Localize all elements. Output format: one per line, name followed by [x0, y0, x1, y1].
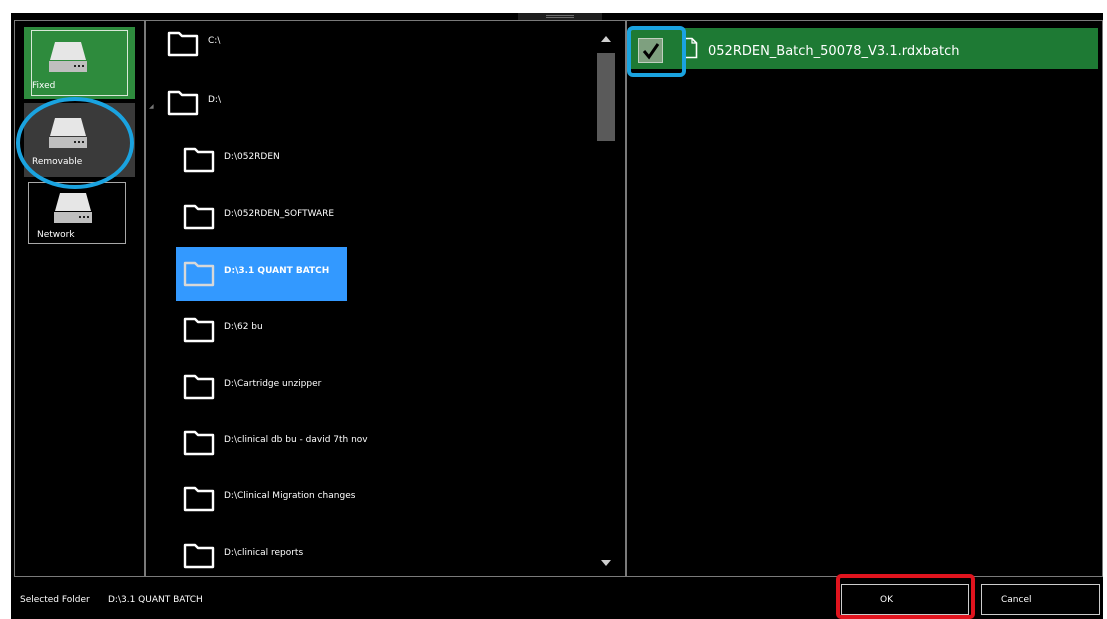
- folder-item[interactable]: D:\Clinical Migration changes: [145, 472, 585, 526]
- hard-drive-icon: [54, 193, 92, 223]
- document-icon: [682, 37, 698, 59]
- folder-label: D:\: [208, 95, 221, 105]
- folder-label: D:\052RDEN_SOFTWARE: [224, 209, 335, 219]
- folder-list: C:\ D:\ D:\052RDEN D:\052RDEN_SOFTWARE D:\3.…: [145, 0, 594, 577]
- folder-item[interactable]: D:\clinical db bu - david 7th nov: [145, 416, 585, 470]
- hard-drive-icon: [49, 42, 87, 72]
- folder-icon: [183, 317, 215, 343]
- file-checkbox[interactable]: [638, 38, 663, 63]
- folder-icon: [183, 430, 215, 456]
- drive-label: Removable: [32, 157, 83, 167]
- file-row[interactable]: 052RDEN_Batch_50078_V3.1.rdxbatch: [628, 28, 1098, 69]
- drive-fixed[interactable]: Fixed: [24, 27, 135, 99]
- folder-label: D:\Clinical Migration changes: [224, 491, 356, 501]
- folder-icon: [167, 90, 199, 116]
- file-panel: [626, 20, 1103, 577]
- folder-scrollbar[interactable]: [594, 26, 618, 575]
- folder-label: D:\3.1 QUANT BATCH: [224, 266, 330, 276]
- selected-folder-label: Selected Folder: [20, 595, 90, 605]
- selected-folder-value: D:\3.1 QUANT BATCH: [108, 595, 203, 605]
- folder-item[interactable]: D:\052RDEN: [145, 133, 585, 187]
- drive-label: Network: [37, 230, 75, 240]
- ok-button-label: OK: [880, 595, 893, 605]
- scroll-thumb[interactable]: [597, 53, 615, 141]
- folder-icon: [183, 147, 215, 173]
- folder-item[interactable]: D:\3.1 QUANT BATCH: [176, 247, 347, 301]
- file-name: 052RDEN_Batch_50078_V3.1.rdxbatch: [708, 44, 960, 59]
- folder-item[interactable]: D:\: [145, 76, 585, 130]
- checkmark-icon: [642, 43, 660, 60]
- folder-icon: [183, 486, 215, 512]
- folder-item[interactable]: D:\Cartridge unzipper: [145, 360, 585, 414]
- folder-label: D:\clinical reports: [224, 548, 304, 558]
- folder-item[interactable]: D:\clinical reports: [145, 529, 585, 577]
- drive-removable[interactable]: Removable: [24, 103, 135, 177]
- folder-label: D:\Cartridge unzipper: [224, 379, 322, 389]
- folder-item[interactable]: C:\: [145, 17, 585, 71]
- drive-label: Fixed: [32, 81, 56, 91]
- folder-item[interactable]: D:\62 bu: [145, 303, 585, 357]
- drive-network[interactable]: Network: [28, 182, 126, 244]
- folder-icon: [183, 261, 215, 287]
- folder-icon: [183, 543, 215, 569]
- ok-button[interactable]: OK: [841, 584, 969, 615]
- folder-icon: [167, 31, 199, 57]
- hard-drive-icon: [49, 118, 87, 148]
- folder-label: D:\62 bu: [224, 322, 263, 332]
- scroll-down-icon[interactable]: [594, 554, 618, 572]
- folder-label: D:\clinical db bu - david 7th nov: [224, 435, 368, 445]
- folder-item[interactable]: D:\052RDEN_SOFTWARE: [145, 190, 585, 244]
- folder-icon: [183, 374, 215, 400]
- folder-label: C:\: [208, 36, 221, 46]
- scroll-up-icon[interactable]: [594, 30, 618, 48]
- folder-label: D:\052RDEN: [224, 152, 280, 162]
- cancel-button-label: Cancel: [1001, 595, 1032, 605]
- collapse-arrow-icon[interactable]: ◢: [149, 103, 154, 110]
- folder-icon: [183, 204, 215, 230]
- cancel-button[interactable]: Cancel: [981, 584, 1100, 615]
